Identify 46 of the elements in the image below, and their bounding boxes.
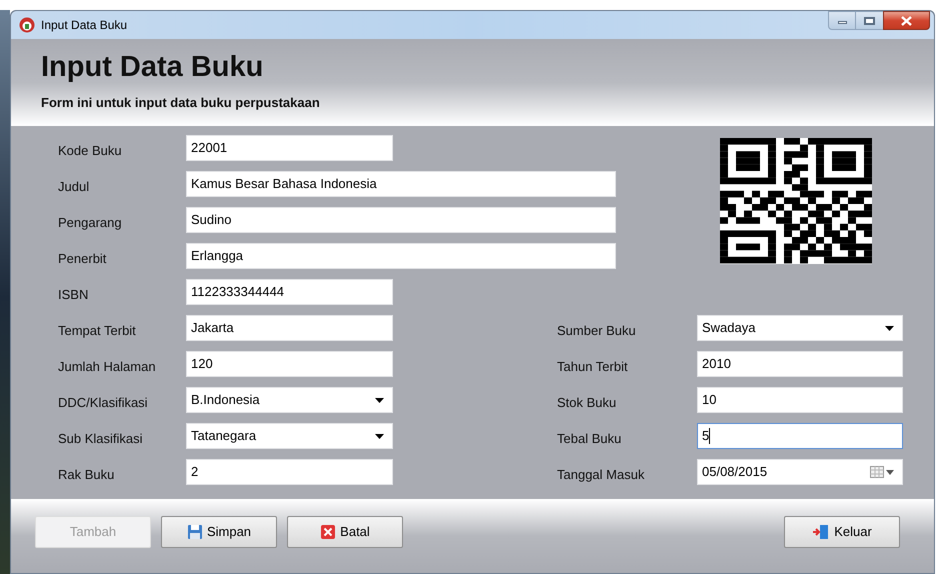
field-label: Rak Buku — [58, 466, 116, 484]
minimize-button[interactable] — [828, 11, 856, 30]
dropdown-arrow-icon — [375, 434, 384, 438]
dropdown[interactable]: Tatanegara — [186, 423, 393, 449]
window-title: Input Data Buku — [41, 17, 128, 34]
field-label: Tanggal Masuk — [557, 466, 646, 484]
input-field[interactable]: 2 — [186, 459, 393, 485]
field-label: Tahun Terbit — [557, 358, 629, 376]
field-label: Kode Buku — [58, 142, 123, 160]
input-field[interactable]: 120 — [186, 351, 393, 377]
field-label: Pengarang — [58, 214, 123, 232]
field-label: ISBN — [58, 286, 90, 304]
field-label: Sumber Buku — [557, 322, 637, 340]
input-field[interactable]: 22001 — [186, 135, 393, 161]
field-label: Stok Buku — [557, 394, 618, 412]
field-label: Penerbit — [58, 250, 108, 268]
field-label: Sub Klasifikasi — [58, 430, 144, 448]
exit-door-icon — [812, 524, 830, 540]
dropdown-arrow-icon — [885, 326, 894, 330]
input-field[interactable]: Kamus Besar Bahasa Indonesia — [186, 171, 616, 197]
page-subtitle: Form ini untuk input data buku perpustakaan — [41, 94, 321, 112]
close-icon — [901, 16, 912, 26]
field-label: Judul — [58, 178, 90, 196]
field-label: Tebal Buku — [557, 430, 622, 448]
input-field[interactable]: Jakarta — [186, 315, 393, 341]
field-label: Tempat Terbit — [58, 322, 137, 340]
input-field[interactable]: 5 — [697, 423, 903, 449]
close-icon — [320, 524, 336, 540]
input-field[interactable]: 1122333344444 — [186, 279, 393, 305]
dropdown[interactable]: B.Indonesia — [186, 387, 393, 413]
page-title: Input Data Buku — [41, 50, 264, 85]
input-field[interactable]: Erlangga — [186, 243, 616, 269]
input-field[interactable]: Sudino — [186, 207, 616, 233]
maximize-button[interactable] — [856, 11, 883, 30]
input-field[interactable]: 10 — [697, 387, 903, 413]
exit-button[interactable]: Keluar — [784, 516, 900, 548]
close-button[interactable] — [883, 11, 930, 30]
app-icon — [19, 17, 35, 33]
cancel-button[interactable]: Batal — [287, 516, 403, 548]
date-field[interactable]: 05/08/2015 — [697, 459, 903, 485]
input-field[interactable]: 2010 — [697, 351, 903, 377]
field-label: DDC/Klasifikasi — [58, 394, 149, 412]
field-label: Jumlah Halaman — [58, 358, 157, 376]
dropdown-arrow-icon — [375, 398, 384, 402]
dropdown[interactable]: Swadaya — [697, 315, 903, 341]
save-button[interactable]: Simpan — [161, 516, 277, 548]
